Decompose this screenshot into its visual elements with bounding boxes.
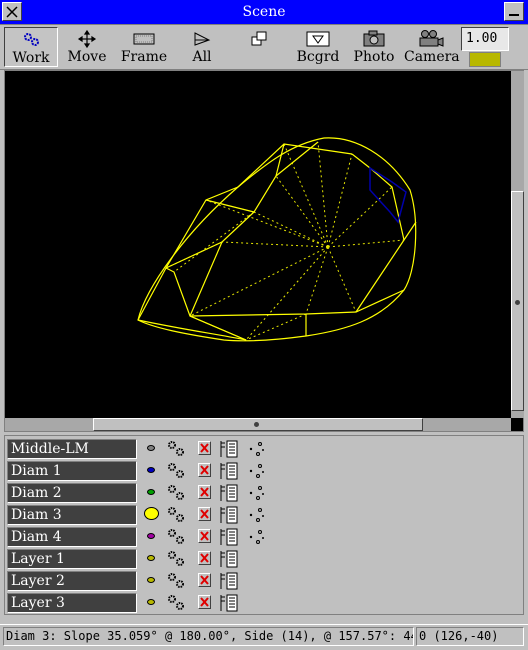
layer-gears-icon[interactable] [166, 505, 188, 525]
current-color-swatch[interactable] [469, 52, 501, 67]
minimize-icon [509, 14, 519, 16]
layer-row[interactable]: Diam 2 [7, 482, 517, 504]
tool-all-label: All [192, 49, 212, 65]
tool-bcgrd-label: Bcgrd [296, 49, 340, 65]
layer-hide-icon[interactable] [198, 551, 211, 565]
layer-caliper-icon[interactable] [218, 593, 240, 613]
tool-bcgrd-button[interactable]: Bcgrd [294, 27, 342, 67]
layer-name[interactable]: Diam 4 [7, 527, 137, 547]
viewport-canvas[interactable] [6, 72, 509, 416]
layer-hide-icon[interactable] [198, 529, 211, 543]
layer-points-icon[interactable] [247, 462, 267, 480]
layer-color-icon[interactable] [147, 555, 155, 561]
layer-name[interactable]: Layer 2 [7, 571, 137, 591]
tool-frame-label: Frame [120, 49, 168, 65]
window-title: Scene [242, 4, 286, 20]
tool-photo-button[interactable]: Photo [350, 27, 398, 67]
layer-name[interactable]: Diam 1 [7, 461, 137, 481]
layer-row[interactable]: Layer 2 [7, 570, 517, 592]
layer-row[interactable]: Layer 3 [7, 592, 517, 614]
layer-gears-icon[interactable] [166, 593, 188, 613]
layer-name[interactable]: Middle-LM [7, 439, 137, 459]
layer-row[interactable]: Layer 1 [7, 548, 517, 570]
horizontal-scroll-thumb[interactable] [93, 418, 423, 431]
layer-gears-icon[interactable] [166, 571, 188, 591]
camera-icon [419, 30, 444, 47]
tool-camera-button[interactable]: Camera [404, 27, 460, 67]
status-coordinates: 0 (126,-40) [416, 627, 524, 646]
layer-color-icon[interactable] [147, 467, 155, 473]
layer-hide-icon[interactable] [198, 573, 211, 587]
status-bar: Diam 3: Slope 35.059° @ 180.00°, Side (1… [0, 624, 528, 650]
layer-gears-icon[interactable] [166, 483, 188, 503]
layer-points-icon[interactable] [247, 506, 267, 524]
tool-all-button[interactable]: All [180, 27, 224, 67]
layer-caliper-icon[interactable] [218, 505, 240, 525]
gem-wireframe [137, 137, 417, 342]
tool-frame-button[interactable]: Frame [118, 27, 170, 67]
layer-caliper-icon[interactable] [218, 571, 240, 591]
tool-move-button[interactable]: Move [62, 27, 112, 67]
layer-list: Middle-LM Diam 1 Diam 2 Diam 3 Diam 4 Layer 1… [4, 435, 524, 615]
layer-row[interactable]: Diam 3 [7, 504, 517, 526]
layer-points-icon[interactable] [247, 528, 267, 546]
layer-color-icon[interactable] [147, 599, 155, 605]
photo-icon [363, 30, 385, 47]
background-icon [306, 31, 330, 47]
layer-hide-icon[interactable] [198, 485, 211, 499]
minimize-button[interactable] [504, 2, 524, 21]
windows-icon [251, 31, 267, 46]
layer-color-icon[interactable] [144, 507, 159, 520]
layer-points-icon[interactable] [247, 440, 267, 458]
layer-hide-icon[interactable] [198, 463, 211, 477]
tool-work-button[interactable]: Work [4, 27, 58, 67]
layer-color-icon[interactable] [147, 489, 155, 495]
layer-name[interactable]: Diam 2 [7, 483, 137, 503]
tool-camera-label: Camera [404, 49, 460, 65]
layer-caliper-icon[interactable] [218, 483, 240, 503]
layer-caliper-icon[interactable] [218, 549, 240, 569]
toolbar: Work Move Frame All Bcgrd Photo Camera [0, 25, 528, 70]
layer-gears-icon[interactable] [166, 527, 188, 547]
scroll-grip-icon [515, 300, 520, 305]
layer-gears-icon[interactable] [166, 461, 188, 481]
layer-hide-icon[interactable] [198, 507, 211, 521]
layer-color-icon[interactable] [147, 577, 155, 583]
layer-caliper-icon[interactable] [218, 439, 240, 459]
gears-icon [24, 33, 39, 46]
layer-name[interactable]: Layer 3 [7, 593, 137, 613]
layer-name[interactable]: Layer 1 [7, 549, 137, 569]
layer-name[interactable]: Diam 3 [7, 505, 137, 525]
layer-row[interactable]: Diam 4 [7, 526, 517, 548]
horizontal-scrollbar[interactable] [5, 418, 511, 431]
layer-hide-icon[interactable] [198, 441, 211, 455]
frame-icon [133, 33, 155, 45]
layer-row[interactable]: Diam 1 [7, 460, 517, 482]
move-arrows-icon [77, 29, 97, 49]
layer-caliper-icon[interactable] [218, 461, 240, 481]
tool-move-label: Move [67, 49, 107, 65]
vertical-scrollbar[interactable] [511, 71, 524, 418]
close-icon [6, 6, 18, 18]
layer-hide-icon[interactable] [198, 595, 211, 609]
close-button[interactable] [2, 2, 22, 21]
layer-gears-icon[interactable] [166, 439, 188, 459]
layer-gears-icon[interactable] [166, 549, 188, 569]
status-message: Diam 3: Slope 35.059° @ 180.00°, Side (1… [3, 627, 414, 646]
tool-work-label: Work [12, 50, 50, 66]
tool-windows-button[interactable] [240, 27, 278, 67]
layer-caliper-icon[interactable] [218, 527, 240, 547]
layer-color-icon[interactable] [147, 533, 155, 539]
layer-row[interactable]: Middle-LM [7, 438, 517, 460]
zoom-input[interactable]: 1.00 [461, 27, 509, 51]
title-bar: Scene [0, 0, 528, 25]
scroll-grip-icon [254, 422, 259, 427]
layer-color-icon[interactable] [147, 445, 155, 451]
viewport-frame [4, 70, 524, 432]
all-icon [194, 32, 211, 46]
tool-photo-label: Photo [353, 49, 395, 65]
vertical-scroll-thumb[interactable] [511, 191, 524, 411]
layer-points-icon[interactable] [247, 484, 267, 502]
